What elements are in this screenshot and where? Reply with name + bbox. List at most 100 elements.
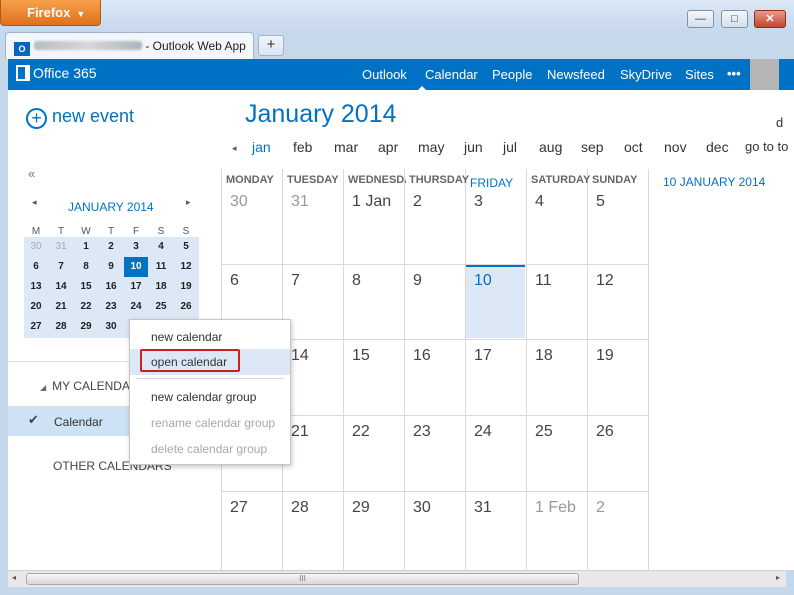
mini-day-cell[interactable]: 24	[124, 297, 148, 317]
mini-day-cell[interactable]: 8	[74, 257, 98, 277]
mini-day-cell[interactable]: 17	[124, 277, 148, 297]
day-cell-number[interactable]: 23	[413, 423, 431, 441]
maximize-button[interactable]: □	[721, 10, 748, 28]
day-cell-number[interactable]: 15	[352, 347, 370, 365]
mini-day-cell[interactable]: 20	[24, 297, 48, 317]
day-cell-number[interactable]: 1 Feb	[535, 499, 576, 517]
mini-day-cell[interactable]: 29	[74, 317, 98, 337]
day-cell-number[interactable]: 26	[596, 423, 614, 441]
mini-day-cell[interactable]: 25	[149, 297, 173, 317]
day-cell-number[interactable]: 4	[535, 193, 544, 211]
month-link-nov[interactable]: nov	[664, 139, 687, 155]
day-cell-number[interactable]: 31	[474, 499, 492, 517]
month-link-mar[interactable]: mar	[334, 139, 358, 155]
minimize-button[interactable]: —	[687, 10, 714, 28]
month-link-dec[interactable]: dec	[706, 139, 729, 155]
office365-logo[interactable]: Office 365	[16, 65, 97, 81]
month-link-feb[interactable]: feb	[293, 139, 312, 155]
close-button[interactable]: ✕	[754, 10, 786, 28]
mini-day-cell[interactable]: 30	[99, 317, 123, 337]
month-link-apr[interactable]: apr	[378, 139, 398, 155]
mini-day-cell[interactable]: 12	[174, 257, 198, 277]
mini-day-cell[interactable]: 11	[149, 257, 173, 277]
horizontal-scrollbar[interactable]: ◂ III ▸	[8, 570, 786, 587]
month-link-aug[interactable]: aug	[539, 139, 562, 155]
day-cell-number[interactable]: 3	[474, 193, 483, 211]
mini-day-cell[interactable]: 26	[174, 297, 198, 317]
mini-day-cell[interactable]: 10	[124, 257, 148, 277]
day-cell-number[interactable]: 24	[474, 423, 492, 441]
day-cell-number[interactable]: 31	[291, 193, 309, 211]
day-cell-number[interactable]: 9	[413, 272, 422, 290]
day-cell-number[interactable]: 8	[352, 272, 361, 290]
mini-day-cell[interactable]: 7	[49, 257, 73, 277]
day-cell-number[interactable]: 2	[413, 193, 422, 211]
new-tab-button[interactable]: +	[258, 35, 284, 56]
mini-prev-month-button[interactable]: ◂	[32, 197, 37, 208]
mini-day-cell[interactable]: 27	[24, 317, 48, 337]
mini-day-cell[interactable]: 1	[74, 237, 98, 257]
mini-day-cell[interactable]: 18	[149, 277, 173, 297]
mini-day-cell[interactable]: 21	[49, 297, 73, 317]
month-link-jan[interactable]: jan	[252, 139, 271, 155]
month-link-jun[interactable]: jun	[464, 139, 483, 155]
day-cell-number[interactable]: 25	[535, 423, 553, 441]
day-cell-number[interactable]: 7	[291, 272, 300, 290]
scroll-left-button[interactable]: ◂	[12, 573, 16, 582]
day-cell-number[interactable]: 19	[596, 347, 614, 365]
day-cell-number[interactable]: 17	[474, 347, 492, 365]
day-cell-number[interactable]: 1 Jan	[352, 193, 391, 211]
context-menu-item[interactable]: new calendar	[130, 324, 290, 350]
firefox-menu-button[interactable]: Firefox ▼	[0, 0, 101, 26]
more-icon[interactable]: •••	[727, 66, 741, 81]
mini-day-cell[interactable]: 13	[24, 277, 48, 297]
day-cell-number[interactable]: 16	[413, 347, 431, 365]
month-link-may[interactable]: may	[418, 139, 444, 155]
nav-calendar[interactable]: Calendar	[425, 67, 478, 82]
day-cell-number[interactable]: 14	[291, 347, 309, 365]
day-cell-number[interactable]: 12	[596, 272, 614, 290]
day-cell-number[interactable]: 18	[535, 347, 553, 365]
day-cell-number[interactable]: 30	[413, 499, 431, 517]
mini-day-cell[interactable]: 19	[174, 277, 198, 297]
mini-day-cell[interactable]: 23	[99, 297, 123, 317]
day-cell-number[interactable]: 5	[596, 193, 605, 211]
mini-day-cell[interactable]: 28	[49, 317, 73, 337]
day-cell-number[interactable]: 6	[230, 272, 239, 290]
mini-day-cell[interactable]: 15	[74, 277, 98, 297]
day-cell-number[interactable]: 21	[291, 423, 309, 441]
scroll-right-button[interactable]: ▸	[776, 573, 780, 582]
mini-day-cell[interactable]: 5	[174, 237, 198, 257]
collapse-pane-button[interactable]: «	[28, 166, 35, 181]
day-cell-number[interactable]: 11	[535, 272, 552, 290]
day-cell-number[interactable]: 10	[474, 272, 492, 290]
mini-calendar-title[interactable]: JANUARY 2014	[68, 200, 154, 214]
month-link-oct[interactable]: oct	[624, 139, 643, 155]
mini-day-cell[interactable]: 14	[49, 277, 73, 297]
nav-skydrive[interactable]: SkyDrive	[620, 67, 672, 82]
month-prev-arrow-icon[interactable]: ◂	[232, 143, 237, 154]
user-tile[interactable]	[750, 59, 779, 90]
day-cell-number[interactable]: 22	[352, 423, 370, 441]
nav-people[interactable]: People	[492, 67, 532, 82]
mini-day-cell[interactable]: 4	[149, 237, 173, 257]
day-cell-number[interactable]: 28	[291, 499, 309, 517]
go-to-today-link[interactable]: go to to	[745, 139, 788, 154]
mini-day-cell[interactable]: 2	[99, 237, 123, 257]
month-link-jul[interactable]: jul	[503, 139, 517, 155]
browser-tab[interactable]: O - Outlook Web App	[5, 32, 254, 59]
mini-day-cell[interactable]: 6	[24, 257, 48, 277]
day-cell-number[interactable]: 27	[230, 499, 248, 517]
day-cell-number[interactable]: 30	[230, 193, 248, 211]
mini-day-cell[interactable]: 22	[74, 297, 98, 317]
mini-day-cell[interactable]: 9	[99, 257, 123, 277]
context-menu-item[interactable]: new calendar group	[130, 384, 290, 410]
new-event-button[interactable]: + new event	[26, 106, 134, 129]
month-link-sep[interactable]: sep	[581, 139, 604, 155]
scroll-thumb[interactable]: III	[26, 573, 579, 585]
nav-sites[interactable]: Sites	[685, 67, 714, 82]
mini-day-cell[interactable]: 16	[99, 277, 123, 297]
nav-outlook[interactable]: Outlook	[362, 67, 407, 82]
day-cell-number[interactable]: 2	[596, 499, 605, 517]
mini-day-cell[interactable]: 3	[124, 237, 148, 257]
